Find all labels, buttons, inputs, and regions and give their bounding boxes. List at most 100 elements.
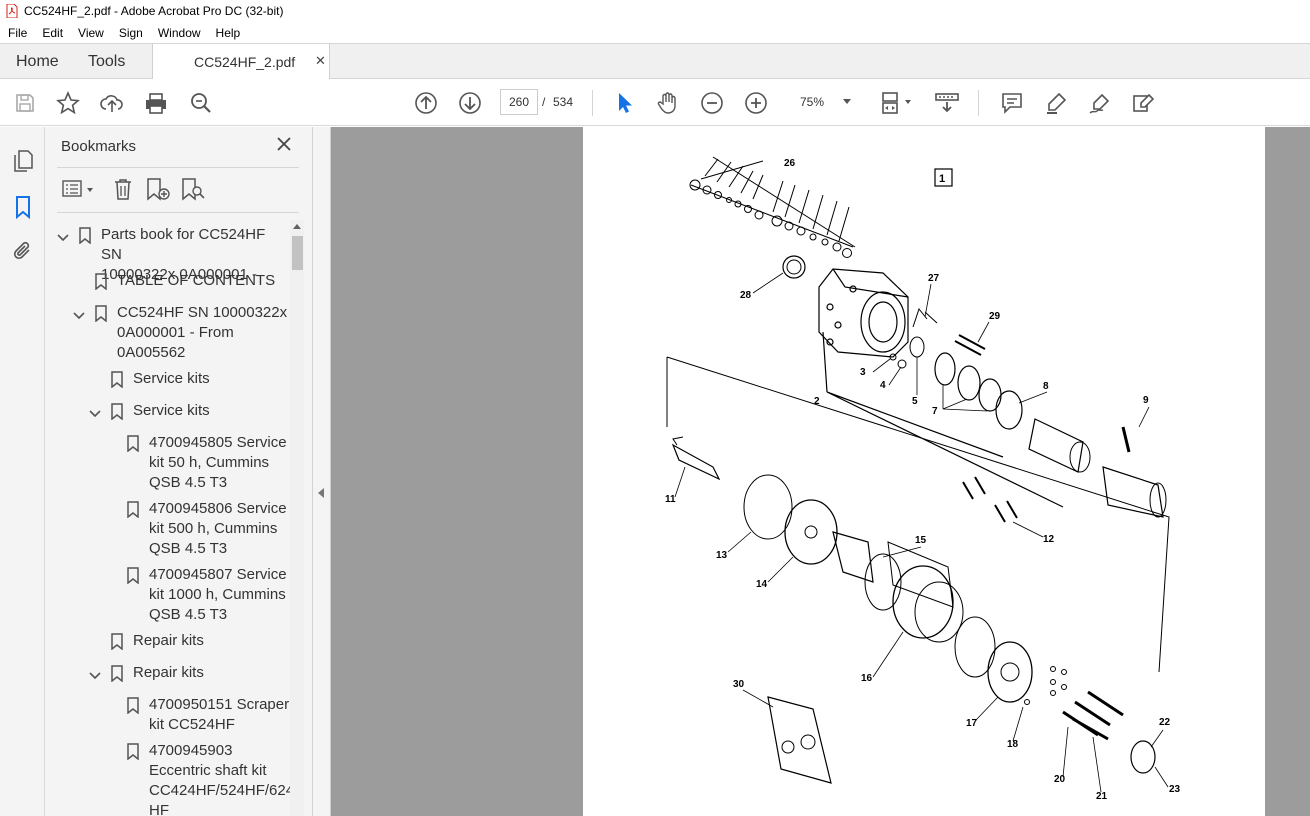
title-bar: CC524HF_2.pdf - Adobe Acrobat Pro DC (32… [0, 0, 1310, 22]
upload-icon[interactable] [99, 90, 125, 116]
callout-30: 30 [733, 679, 745, 690]
callout-9: 9 [1143, 395, 1149, 406]
callout-8: 8 [1043, 381, 1049, 392]
zoom-dropdown[interactable]: 75% [788, 89, 858, 115]
tab-bar: Home Tools CC524HF_2.pdf ✕ [0, 43, 1310, 79]
callout-23: 23 [1169, 784, 1181, 795]
menu-edit[interactable]: Edit [34, 26, 70, 40]
page-separator: / [542, 95, 546, 109]
panel-title: Bookmarks [61, 138, 137, 155]
callout-5: 5 [912, 396, 918, 407]
callout-4: 4 [880, 380, 886, 391]
chevron-down-icon[interactable] [89, 405, 101, 418]
bookmarks-panel: Bookmarks Parts book for CC524HF SN 10000… [45, 127, 313, 816]
find-bookmark-icon[interactable] [180, 177, 206, 201]
callout-22: 22 [1159, 717, 1171, 728]
acrobat-pdf-icon [6, 3, 18, 19]
hand-icon[interactable] [655, 90, 681, 116]
chevron-down-icon[interactable] [89, 667, 101, 680]
bookmark-icon [127, 743, 139, 761]
close-tab-icon[interactable]: ✕ [315, 53, 326, 69]
bookmark-label: 4700945903 Eccentric shaft kit CC424HF/524… [149, 742, 290, 816]
scroll-up-arrow-icon[interactable] [293, 224, 301, 229]
bookmark-scrollbar[interactable] [290, 220, 304, 816]
close-icon[interactable] [275, 135, 293, 153]
chevron-down-icon[interactable] [73, 307, 85, 320]
callout-7: 7 [932, 406, 938, 417]
select-cursor-icon[interactable] [611, 90, 637, 116]
callout-11: 11 [665, 494, 676, 505]
chevron-down-icon [843, 99, 851, 104]
zoom-value: 75% [800, 95, 825, 109]
bookmark-icon [127, 435, 139, 453]
bookmark-label: Service kits [133, 370, 210, 387]
callout-26: 26 [784, 158, 796, 169]
collapse-arrow-icon[interactable] [318, 488, 324, 498]
callout-29: 29 [989, 311, 1001, 322]
bookmark-toolbar [45, 175, 313, 205]
bookmark-icon [95, 273, 107, 291]
menu-view[interactable]: View [70, 26, 111, 40]
chevron-down-icon[interactable] [57, 229, 69, 242]
panel-collapse-handle[interactable] [313, 127, 331, 816]
total-pages: 534 [553, 95, 574, 109]
menu-file[interactable]: File [0, 26, 34, 40]
star-icon[interactable] [55, 90, 81, 116]
bookmark-label: Repair kits [133, 664, 204, 681]
document-view[interactable]: 1 26 27 28 29 3 4 5 2 7 8 9 11 12 13 14 … [331, 127, 1310, 816]
callout-27: 27 [928, 273, 940, 284]
page-up-icon[interactable] [413, 90, 439, 116]
menu-help[interactable]: Help [208, 26, 248, 40]
bookmark-icon [111, 371, 123, 389]
bookmark-tree: Parts book for CC524HF SN 10000322x 0A000… [45, 219, 290, 816]
print-icon[interactable] [143, 90, 169, 116]
bookmark-icon [111, 633, 123, 651]
bookmark-label: Service kits [133, 402, 210, 419]
new-bookmark-icon[interactable] [145, 177, 171, 201]
menu-sign[interactable]: Sign [111, 26, 150, 40]
seal-kit-parts [689, 156, 856, 258]
bookmark-options-icon[interactable] [61, 177, 97, 201]
callout-13: 13 [716, 550, 728, 561]
save-icon[interactable] [12, 90, 38, 116]
bookmark-label: 4700945805 Service kit 50 h, Cummins QSB 4… [149, 434, 287, 491]
attachment-icon[interactable] [11, 240, 35, 264]
toolbar-divider [592, 90, 593, 116]
bookmark-nav-icon[interactable] [11, 195, 35, 220]
scroll-mode-icon[interactable] [933, 90, 961, 116]
bookmark-label: 4700950151 Scraper kit CC524HF [149, 696, 290, 733]
bookmark-icon [111, 403, 123, 421]
bookmark-label: Repair kits [133, 632, 204, 649]
page-number-input[interactable]: 260 [500, 89, 538, 115]
menu-window[interactable]: Window [150, 26, 208, 40]
tab-home[interactable]: Home [16, 53, 59, 71]
navigation-rail [0, 127, 45, 816]
edit-icon[interactable] [1131, 90, 1157, 116]
zoom-in-icon[interactable] [743, 90, 769, 116]
sign-icon[interactable] [1087, 90, 1113, 116]
highlight-icon[interactable] [1043, 90, 1069, 116]
tab-tools[interactable]: Tools [88, 53, 125, 71]
pdf-page[interactable]: 1 26 27 28 29 3 4 5 2 7 8 9 11 12 13 14 … [583, 127, 1265, 816]
callout-16: 16 [861, 673, 873, 684]
bookmark-icon [95, 305, 107, 323]
fit-page-icon[interactable] [878, 90, 914, 116]
zoom-search-icon[interactable] [188, 90, 214, 116]
bookmark-icon [127, 501, 139, 519]
delete-bookmark-icon[interactable] [112, 177, 134, 201]
comment-icon[interactable] [999, 90, 1025, 116]
page-down-icon[interactable] [457, 90, 483, 116]
callout-20: 20 [1054, 774, 1066, 785]
callout-12: 12 [1043, 534, 1055, 545]
bookmark-icon [79, 227, 91, 245]
scroll-thumb[interactable] [292, 236, 303, 270]
window-title: CC524HF_2.pdf - Adobe Acrobat Pro DC (32… [24, 4, 284, 18]
zoom-out-icon[interactable] [699, 90, 725, 116]
bookmark-icon [127, 697, 139, 715]
pages-thumbnail-icon[interactable] [11, 149, 35, 173]
callout-21: 21 [1096, 791, 1108, 802]
tab-document[interactable]: CC524HF_2.pdf ✕ [152, 44, 330, 79]
exploded-parts-drawing: 1 26 27 28 29 3 4 5 2 7 8 9 11 12 13 14 … [665, 156, 1181, 802]
bookmark-label: CC524HF SN 10000322x 0A000001 - From 0A005… [117, 304, 288, 361]
bookmark-label: 4700945807 Service kit 1000 h, Cummins QSB… [149, 566, 287, 623]
